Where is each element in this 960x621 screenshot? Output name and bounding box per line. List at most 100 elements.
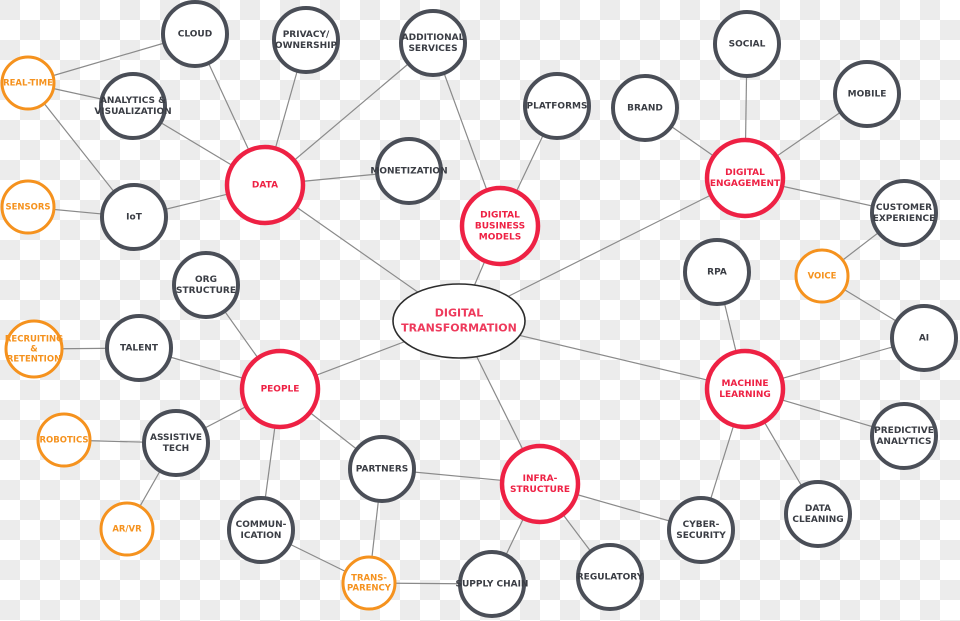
node-privacy-ownership[interactable]: PRIVACY/OWNERSHIP: [272, 6, 340, 74]
node-communication[interactable]: COMMUN-ICATION: [227, 496, 295, 564]
node-analytics-visualization[interactable]: ANALYTICS &VISUALIZATION: [94, 72, 172, 140]
node-circle: [227, 496, 295, 564]
mind-map-diagram: DIGITALTRANSFORMATIONDATADIGITALBUSINESS…: [0, 0, 958, 618]
node-social[interactable]: SOCIAL: [713, 10, 781, 78]
node-label: CLEANING: [792, 515, 843, 525]
node-label: ADDITIONAL: [402, 33, 465, 43]
node-org-structure[interactable]: ORGSTRUCTURE: [172, 251, 240, 319]
node-circle: [870, 402, 938, 470]
node-label: PARTNERS: [356, 465, 409, 475]
node-assistive-tech[interactable]: ASSISTIVETECH: [142, 409, 210, 477]
node-label: RETENTION: [7, 355, 61, 365]
node-regulatory[interactable]: REGULATORY: [576, 543, 644, 611]
node-circle: [704, 348, 786, 430]
nodes-layer: DIGITALTRANSFORMATIONDATADIGITALBUSINESS…: [0, 0, 958, 618]
node-sensors[interactable]: SENSORS: [0, 179, 56, 235]
node-label: PEOPLE: [261, 385, 300, 395]
node-label: REGULATORY: [577, 573, 644, 583]
node-label: ORG: [195, 275, 217, 285]
node-label: ASSISTIVE: [150, 433, 202, 443]
node-label: ANALYTICS: [876, 437, 931, 447]
node-label: PARENCY: [347, 584, 392, 594]
node-digital-business-models[interactable]: DIGITALBUSINESSMODELS: [459, 185, 541, 267]
node-data[interactable]: DATA: [224, 144, 306, 226]
node-machine-learning[interactable]: MACHINELEARNING: [704, 348, 786, 430]
node-label: REAL-TIME: [3, 79, 53, 89]
node-label: TECH: [163, 444, 189, 454]
node-supply-chain[interactable]: SUPPLY CHAIN: [456, 550, 529, 618]
node-circle: [784, 480, 852, 548]
node-label: TRANS-: [351, 574, 387, 584]
node-real-time[interactable]: REAL-TIME: [0, 55, 56, 111]
node-recruiting-retention[interactable]: RECRUITING&RETENTION: [4, 319, 64, 379]
node-platforms[interactable]: PLATFORMS: [523, 72, 591, 140]
node-label: DIGITAL: [480, 211, 520, 221]
node-robotics[interactable]: ROBOTICS: [36, 412, 92, 468]
node-label: MACHINE: [721, 379, 768, 389]
node-digital-engagement[interactable]: DIGITALENGAGEMENT: [704, 137, 786, 219]
node-label: SERVICES: [408, 44, 457, 54]
node-label: ENGAGEMENT: [710, 179, 781, 189]
node-label: SOCIAL: [729, 40, 766, 50]
node-label: MODELS: [479, 233, 521, 243]
node-brand[interactable]: BRAND: [611, 74, 679, 142]
node-predictive-analytics[interactable]: PREDICTIVEANALYTICS: [870, 402, 938, 470]
node-label: COMMUN-: [236, 520, 287, 530]
node-circle: [704, 137, 786, 219]
node-circle: [399, 9, 467, 77]
node-data-cleaning[interactable]: DATACLEANING: [784, 480, 852, 548]
node-circle: [99, 72, 167, 140]
node-label: AI: [919, 334, 929, 344]
node-label: CYBER-: [683, 520, 720, 530]
node-label: MOBILE: [848, 90, 887, 100]
node-label: SECURITY: [676, 531, 726, 541]
node-voice[interactable]: VOICE: [794, 248, 850, 304]
node-transparency[interactable]: TRANS-PARENCY: [341, 555, 397, 611]
node-label: SUPPLY CHAIN: [456, 580, 529, 590]
node-label: BRAND: [627, 104, 663, 114]
node-mobile[interactable]: MOBILE: [833, 60, 901, 128]
node-ai[interactable]: AI: [890, 304, 958, 372]
node-label: VISUALIZATION: [94, 107, 171, 117]
node-label: AR/VR: [112, 525, 142, 535]
node-monetization[interactable]: MONETIZATION: [370, 137, 448, 205]
node-circle: [272, 6, 340, 74]
node-label: VOICE: [808, 272, 837, 282]
node-infrastructure[interactable]: INFRA-STRUCTURE: [499, 443, 581, 525]
node-label: IoT: [126, 213, 143, 223]
node-label: CUSTOMER: [876, 203, 932, 213]
node-label: ICATION: [241, 531, 282, 541]
node-label: TRANSFORMATION: [401, 322, 517, 335]
node-label: PLATFORMS: [527, 102, 588, 112]
node-label: EXPERIENCE: [873, 214, 936, 224]
node-circle: [499, 443, 581, 525]
node-label: ROBOTICS: [40, 436, 89, 446]
node-label: &: [30, 345, 38, 355]
node-rpa[interactable]: RPA: [683, 238, 751, 306]
node-circle: [142, 409, 210, 477]
node-iot[interactable]: IoT: [100, 183, 168, 251]
node-label: RECRUITING: [5, 335, 63, 345]
node-label: INFRA-: [523, 474, 558, 484]
node-customer-experience[interactable]: CUSTOMEREXPERIENCE: [870, 179, 938, 247]
node-talent[interactable]: TALENT: [105, 314, 173, 382]
node-additional-services[interactable]: ADDITIONALSERVICES: [399, 9, 467, 77]
node-label: STRUCTURE: [510, 485, 570, 495]
node-ar-vr[interactable]: AR/VR: [99, 501, 155, 557]
node-cloud[interactable]: CLOUD: [161, 0, 229, 68]
node-partners[interactable]: PARTNERS: [348, 435, 416, 503]
node-label: LEARNING: [719, 390, 771, 400]
node-circle: [870, 179, 938, 247]
node-label: CLOUD: [178, 30, 212, 40]
node-digital-transformation[interactable]: DIGITAL TRANSFORMATION: [392, 283, 526, 359]
node-label: ANALYTICS &: [100, 96, 166, 106]
node-label: PREDICTIVE: [874, 426, 934, 436]
node-cyber-security[interactable]: CYBER-SECURITY: [667, 496, 735, 564]
node-label: TALENT: [120, 344, 159, 354]
node-label: RPA: [707, 268, 727, 278]
node-label: BUSINESS: [475, 222, 525, 232]
node-label: DATA: [805, 504, 831, 514]
node-people[interactable]: PEOPLE: [239, 348, 321, 430]
node-label: DATA: [252, 181, 278, 191]
node-circle: [172, 251, 240, 319]
